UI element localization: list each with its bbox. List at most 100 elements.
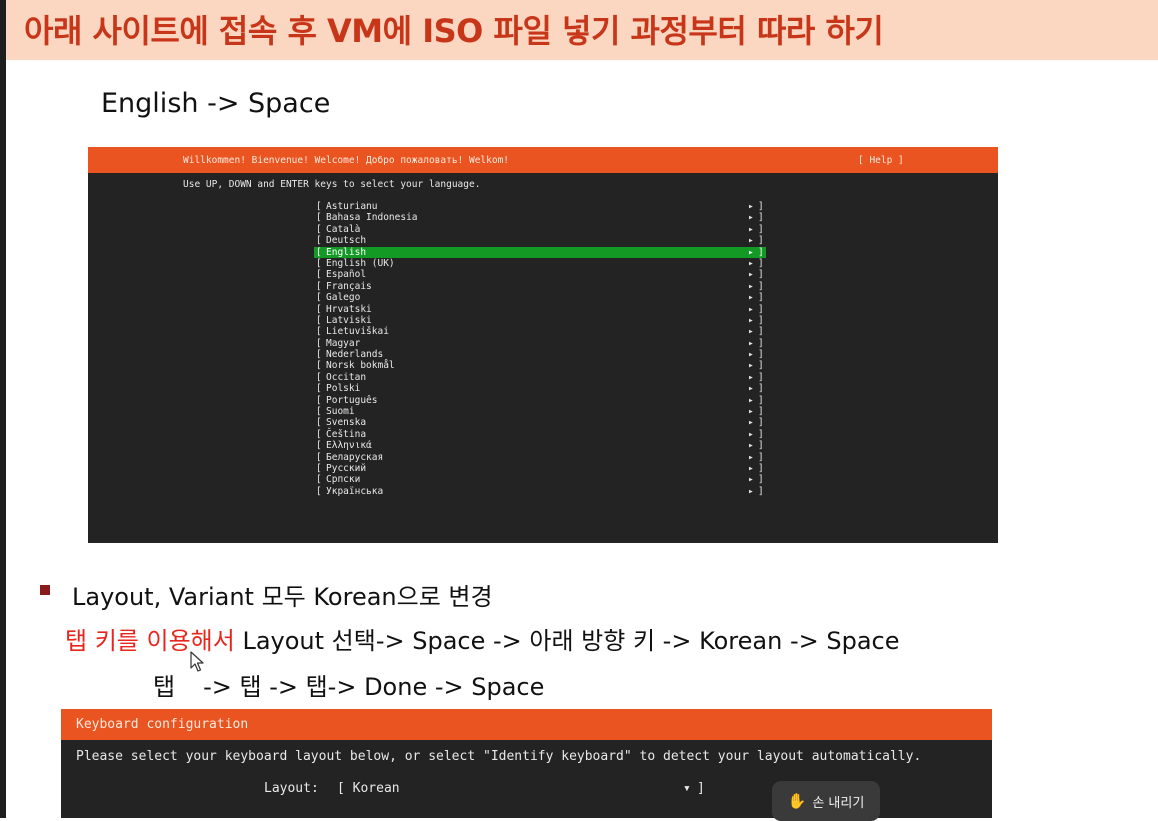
language-item[interactable]: [Suomi ▸] [314, 406, 766, 417]
language-arrow-icon: ▸ [748, 280, 754, 292]
language-open-bracket: [ [316, 371, 322, 383]
language-close-bracket: ] [758, 246, 764, 258]
language-arrow-icon: ▸ [748, 257, 754, 269]
language-item[interactable]: [ English (UK) ▸] [314, 258, 766, 269]
language-arrow-icon: ▸ [748, 451, 754, 463]
language-name: Asturianu [326, 201, 378, 212]
keyboard-config-description: Please select your keyboard layout below… [76, 749, 922, 764]
language-arrow-icon: ▸ [748, 349, 754, 361]
language-item[interactable]: [Norsk bokmål ▸] [314, 360, 766, 371]
language-item[interactable]: [ Occitan ▸] [314, 372, 766, 383]
language-open-bracket: [ [316, 201, 322, 212]
language-item[interactable]: [Français ▸] [314, 281, 766, 292]
slide-title: 아래 사이트에 접속 후 VM에 ISO 파일 넣기 과정부터 따라 하기 [24, 12, 884, 50]
language-name: Bahasa Indonesia [326, 212, 418, 224]
language-name: Lietuviškai [326, 326, 389, 338]
language-arrow-icon: ▸ [748, 201, 754, 212]
language-item[interactable]: [Українська ▸] [314, 486, 766, 497]
language-close-bracket: ] [758, 417, 764, 429]
language-close-bracket: ] [758, 349, 764, 361]
instruction-line-1-rest: Layout 선택-> Space -> 아래 방향 키 -> Korean -… [234, 627, 900, 655]
language-close-bracket: ] [758, 212, 764, 224]
language-open-bracket: [ [316, 257, 322, 269]
welcome-text: Willkommen! Bienvenue! Welcome! Добро по… [183, 155, 510, 166]
language-close-bracket: ] [758, 394, 764, 406]
language-name: English (UK) [326, 257, 395, 269]
language-item[interactable]: [Polski ▸] [314, 383, 766, 394]
keyboard-config-title: Keyboard configuration [76, 717, 249, 732]
tab-key-highlight: 탭 키를 이용해서 [65, 627, 235, 655]
language-name: Беларуская [326, 451, 384, 463]
language-item[interactable]: [Latviski ▸] [314, 315, 766, 326]
language-arrow-icon: ▸ [748, 406, 754, 418]
language-arrow-icon: ▸ [748, 440, 754, 452]
language-arrow-icon: ▸ [748, 462, 754, 474]
language-arrow-icon: ▸ [748, 428, 754, 440]
language-arrow-icon: ▸ [748, 223, 754, 235]
language-item[interactable]: [Ελληνικά ▸] [314, 440, 766, 451]
language-item[interactable]: [Português ▸] [314, 395, 766, 406]
language-item[interactable]: [English ▸] [314, 246, 766, 258]
language-item[interactable]: [ Беларуская ▸] [314, 452, 766, 463]
language-item[interactable]: [Deutsch ▸] [314, 235, 766, 246]
language-item[interactable]: [Galego ▸] [314, 292, 766, 303]
layout-dropdown[interactable]: [ Korean ▾ ] [337, 781, 707, 796]
language-close-bracket: ] [758, 314, 764, 326]
keyboard-config-header: Keyboard configuration [61, 709, 992, 740]
language-item[interactable]: [Lietuviškai ▸] [314, 326, 766, 337]
bullet-text: Layout, Variant 모두 Korean으로 변경 [72, 583, 493, 611]
language-open-bracket: [ [316, 349, 322, 361]
language-arrow-icon: ▸ [748, 246, 754, 258]
instruction-line-2-rest: -> 탭 -> 탭-> Done -> Space [203, 673, 545, 701]
language-close-bracket: ] [758, 201, 764, 212]
language-item[interactable]: [ Asturianu ▸] [314, 201, 766, 212]
language-item[interactable]: [ Nederlands ▸] [314, 349, 766, 360]
language-arrow-icon: ▸ [748, 292, 754, 304]
language-name: Occitan [326, 371, 367, 383]
language-open-bracket: [ [316, 428, 322, 440]
language-open-bracket: [ [316, 223, 322, 235]
language-arrow-icon: ▸ [748, 326, 754, 338]
language-item[interactable]: [Hrvatski ▸] [314, 304, 766, 315]
language-open-bracket: [ [316, 246, 322, 258]
language-open-bracket: [ [316, 406, 322, 418]
language-item[interactable]: [Svenska ▸] [314, 417, 766, 428]
language-arrow-icon: ▸ [748, 371, 754, 383]
language-item[interactable]: [Bahasa Indonesia ▸] [314, 212, 766, 223]
language-name: Nederlands [326, 349, 384, 361]
language-item[interactable]: [Magyar ▸] [314, 338, 766, 349]
language-name: Hrvatski [326, 303, 372, 315]
language-selection-screen: Willkommen! Bienvenue! Welcome! Добро по… [88, 147, 998, 543]
language-arrow-icon: ▸ [748, 383, 754, 395]
language-name: Galego [326, 292, 361, 304]
language-open-bracket: [ [316, 394, 322, 406]
language-close-bracket: ] [758, 257, 764, 269]
language-item[interactable]: [Русский ▸] [314, 463, 766, 474]
language-close-bracket: ] [758, 269, 764, 281]
language-arrow-icon: ▸ [748, 269, 754, 281]
language-open-bracket: [ [316, 451, 322, 463]
language-item[interactable]: [Српски ▸] [314, 474, 766, 485]
language-open-bracket: [ [316, 485, 322, 497]
language-name: Deutsch [326, 235, 367, 247]
lower-hand-label: 손 내리기 [812, 795, 865, 811]
language-close-bracket: ] [758, 451, 764, 463]
language-arrow-icon: ▸ [748, 235, 754, 247]
instruction-line-2: 탭 -> 탭 -> 탭-> Done -> Space [153, 667, 544, 702]
language-open-bracket: [ [316, 462, 322, 474]
language-name: Українська [326, 485, 384, 497]
language-close-bracket: ] [758, 371, 764, 383]
language-item[interactable]: [Català ▸] [314, 224, 766, 235]
language-item[interactable]: [Čeština ▸] [314, 429, 766, 440]
bullet-square-icon [40, 585, 50, 595]
language-close-bracket: ] [758, 326, 764, 338]
language-name: Polski [326, 383, 361, 395]
language-item[interactable]: [Español ▸] [314, 269, 766, 280]
language-arrow-icon: ▸ [748, 394, 754, 406]
language-close-bracket: ] [758, 337, 764, 349]
language-close-bracket: ] [758, 360, 764, 372]
lower-hand-button[interactable]: ✋ 손 내리기 [772, 781, 880, 821]
help-button[interactable]: [ Help ] [858, 155, 904, 166]
language-name: Русский [326, 462, 367, 474]
language-open-bracket: [ [316, 303, 322, 315]
